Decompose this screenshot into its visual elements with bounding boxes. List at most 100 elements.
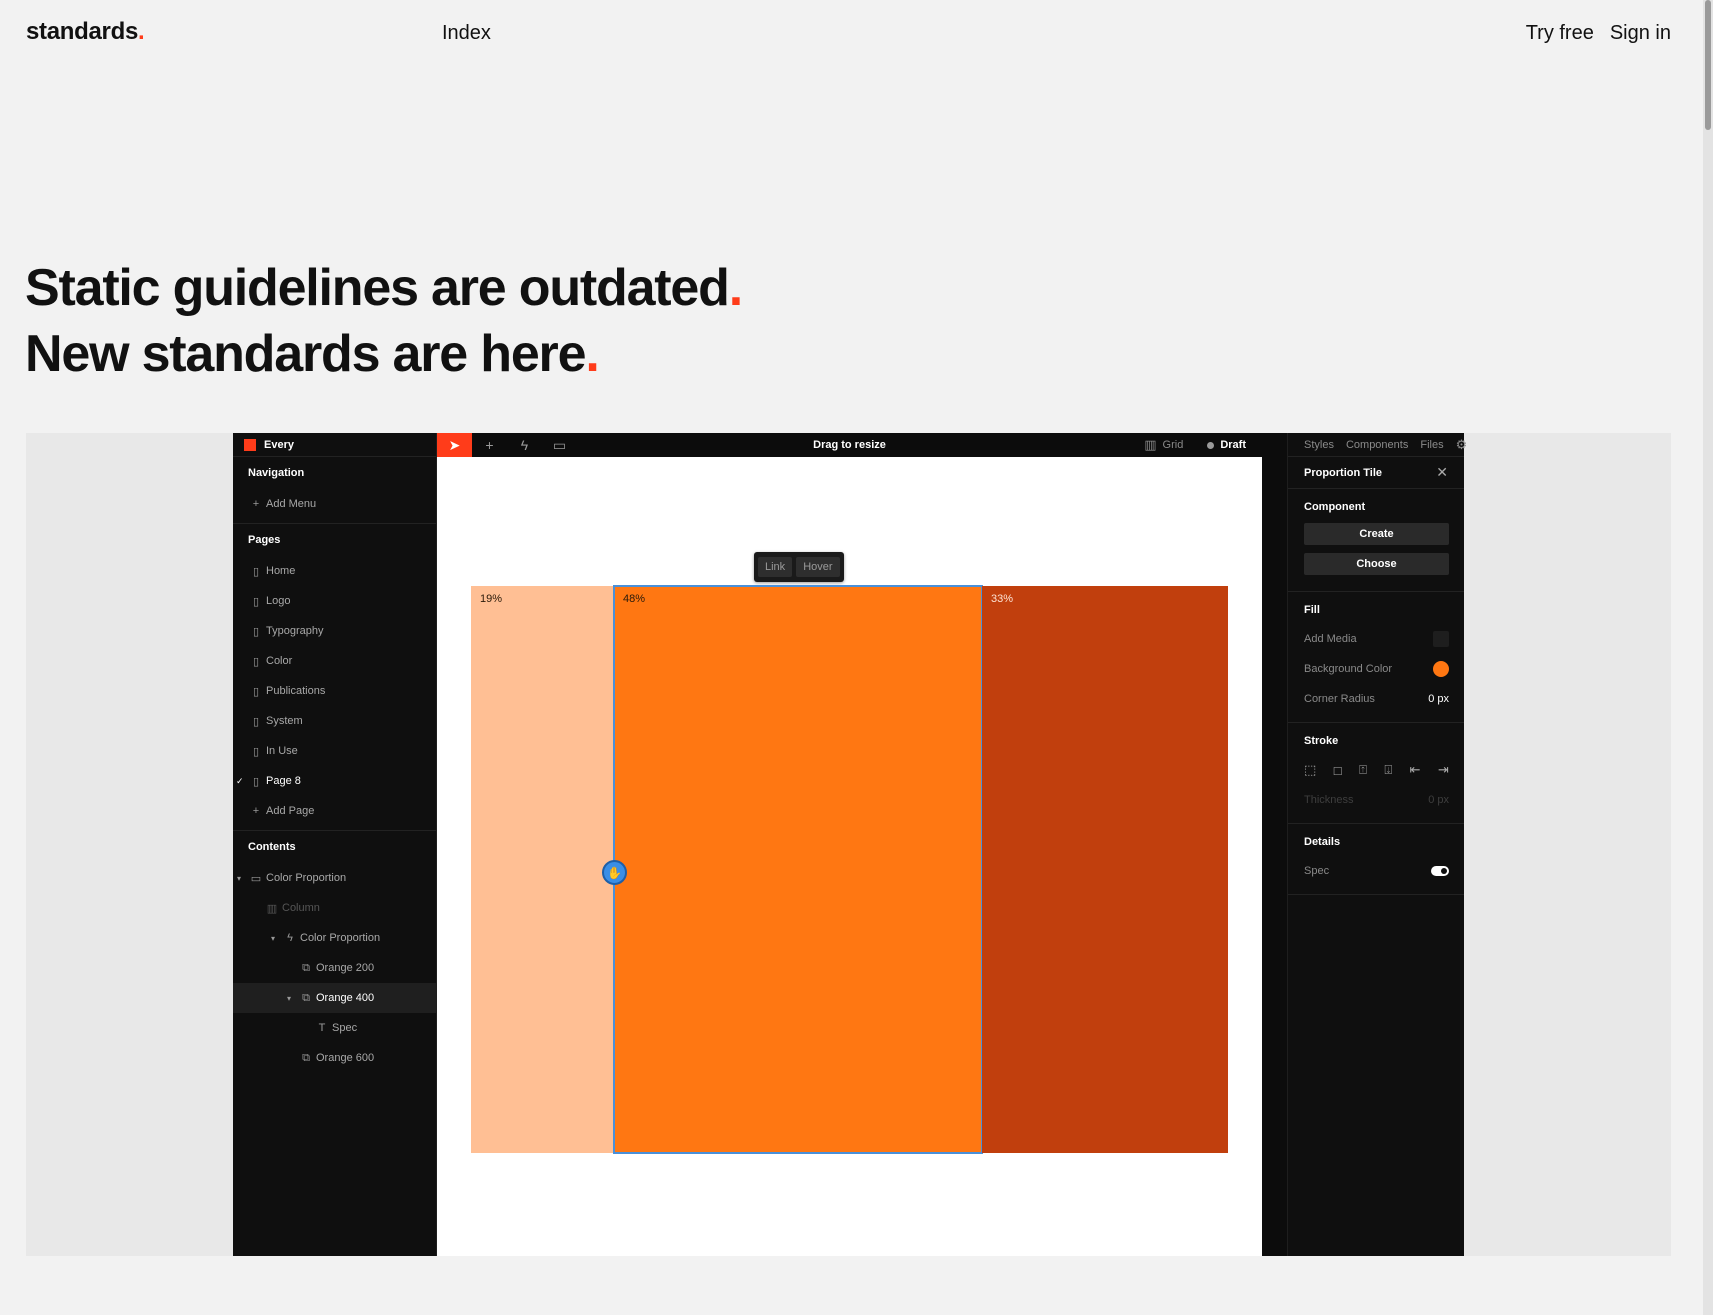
tree-item-orange-600[interactable]: ⧉ Orange 600 — [233, 1043, 436, 1073]
page-item-in-use[interactable]: ▯ In Use — [233, 736, 436, 766]
panel-header: Proportion Tile ✕ — [1288, 457, 1464, 489]
link-state-button[interactable]: Link — [758, 557, 793, 577]
page-item-color[interactable]: ▯ Color — [233, 646, 436, 676]
stroke-title: Stroke — [1304, 735, 1339, 747]
add-media-label: Add Media — [1304, 633, 1357, 645]
page-icon: ▯ — [252, 565, 260, 578]
page-item-logo[interactable]: ▯ Logo — [233, 586, 436, 616]
tree-item-color-proportion-component[interactable]: ▾ ϟ Color Proportion — [233, 923, 436, 953]
create-button[interactable]: Create — [1304, 523, 1449, 545]
book-icon: ▭ — [552, 436, 567, 453]
spec-toggle[interactable] — [1431, 866, 1449, 876]
plus-icon: + — [252, 498, 260, 510]
stroke-bottom-icon[interactable]: ⍗ — [1384, 762, 1392, 778]
spec-label: Spec — [1304, 865, 1330, 877]
stroke-section: Stroke ⬚ □ ⍐ ⍗ ⇤ ⇥ Thickness 0 px — [1288, 723, 1464, 824]
caret-down-icon[interactable]: ▾ — [271, 934, 281, 943]
tab-styles[interactable]: Styles — [1304, 439, 1334, 451]
tree-item-spec[interactable]: T Spec — [233, 1013, 436, 1043]
stroke-options: ⬚ □ ⍐ ⍗ ⇤ ⇥ — [1304, 755, 1449, 785]
lightning-icon: ϟ — [520, 437, 529, 453]
state-switcher: Link Hover — [754, 552, 844, 582]
toolbar-right: ▥ Grid Draft — [1144, 437, 1246, 453]
page-item-system[interactable]: ▯ System — [233, 706, 436, 736]
check-icon: ✓ — [236, 775, 244, 786]
background-color-label: Background Color — [1304, 663, 1393, 675]
grid-label: Grid — [1162, 439, 1184, 451]
plus-icon: + — [485, 437, 494, 453]
page-item-publications[interactable]: ▯ Publications — [233, 676, 436, 706]
add-menu-label: Add Menu — [266, 498, 317, 510]
page-label: In Use — [266, 745, 298, 757]
page-icon: ▯ — [252, 595, 260, 608]
thickness-value: 0 px — [1428, 794, 1449, 806]
background-color-swatch[interactable] — [1433, 661, 1449, 677]
add-page-button[interactable]: + Add Page — [233, 796, 436, 826]
spec-row[interactable]: Spec — [1304, 856, 1449, 886]
interaction-tool-button[interactable]: ϟ — [507, 433, 542, 457]
tree-label: Orange 200 — [316, 962, 375, 974]
corner-radius-label: Corner Radius — [1304, 693, 1375, 705]
tab-files[interactable]: Files — [1420, 439, 1443, 451]
close-icon[interactable]: ✕ — [1436, 464, 1448, 481]
page-icon: ▯ — [252, 775, 260, 788]
tile-percent: 33% — [991, 593, 1014, 605]
project-bar[interactable]: Every — [233, 433, 436, 457]
page-scrollbar-thumb[interactable] — [1705, 0, 1711, 130]
hover-state-button[interactable]: Hover — [796, 557, 840, 577]
page-item-typography[interactable]: ▯ Typography — [233, 616, 436, 646]
tab-components[interactable]: Components — [1346, 439, 1408, 451]
nav-index-link[interactable]: Index — [442, 22, 491, 45]
tree-label: Column — [282, 902, 320, 914]
tile-orange-400[interactable]: 48% — [613, 585, 983, 1154]
page-label: System — [266, 715, 303, 727]
stroke-all-icon[interactable]: □ — [1334, 763, 1342, 778]
details-title: Details — [1304, 836, 1341, 848]
project-color-swatch — [244, 438, 256, 451]
component-icon: ϟ — [287, 932, 293, 944]
background-color-row[interactable]: Background Color — [1304, 654, 1449, 684]
media-swatch[interactable] — [1433, 631, 1449, 647]
page-item-page-8[interactable]: ✓ ▯ Page 8 — [233, 766, 436, 796]
fill-title: Fill — [1304, 604, 1320, 616]
tree-item-color-proportion[interactable]: ▾ ▭ Color Proportion — [233, 863, 436, 893]
corner-radius-value[interactable]: 0 px — [1428, 693, 1449, 705]
add-media-row[interactable]: Add Media — [1304, 624, 1449, 654]
page-item-home[interactable]: ▯ Home — [233, 556, 436, 586]
design-canvas[interactable]: Link Hover 19% 48% 33% ✋ — [437, 457, 1262, 1256]
site-logo[interactable]: standards. — [26, 18, 145, 46]
try-free-link[interactable]: Try free — [1526, 22, 1594, 45]
page-scrollbar[interactable] — [1703, 0, 1713, 1315]
tree-item-orange-400[interactable]: ▾ ⧉ Orange 400 — [233, 983, 436, 1013]
tree-label: Color Proportion — [300, 932, 381, 944]
sign-in-link[interactable]: Sign in — [1610, 22, 1671, 45]
pages-tool-button[interactable]: ▭ — [542, 433, 577, 457]
tree-item-orange-200[interactable]: ⧉ Orange 200 — [233, 953, 436, 983]
tile-orange-200[interactable]: 19% — [471, 586, 614, 1153]
add-tool-button[interactable]: + — [472, 433, 507, 457]
stroke-top-icon[interactable]: ⍐ — [1359, 762, 1367, 778]
editor-app: Every Navigation + Add Menu Pages ▯ Home ▯… — [233, 433, 1467, 1256]
caret-down-icon[interactable]: ▾ — [287, 994, 297, 1003]
page-label: Home — [266, 565, 296, 577]
add-menu-button[interactable]: + Add Menu — [233, 489, 436, 519]
instance-icon: ⧉ — [302, 991, 310, 1004]
select-tool-button[interactable]: ➤ — [437, 433, 472, 457]
grid-toggle[interactable]: ▥ Grid — [1144, 437, 1183, 453]
gear-icon[interactable]: ⚙ — [1456, 437, 1468, 453]
tile-orange-600[interactable]: 33% — [982, 586, 1228, 1153]
plus-icon: + — [252, 805, 260, 817]
stroke-right-icon[interactable]: ⇥ — [1438, 762, 1449, 778]
choose-button[interactable]: Choose — [1304, 553, 1449, 575]
tree-item-column[interactable]: ▥ Column — [233, 893, 436, 923]
corner-radius-row[interactable]: Corner Radius 0 px — [1304, 684, 1449, 714]
draft-status[interactable]: Draft — [1207, 439, 1246, 451]
tile-percent: 48% — [623, 593, 646, 605]
caret-down-icon[interactable]: ▾ — [237, 874, 247, 883]
tree-label: Orange 600 — [316, 1052, 375, 1064]
stroke-none-icon[interactable]: ⬚ — [1304, 762, 1316, 778]
project-name: Every — [264, 438, 294, 451]
fill-section: Fill Add Media Background Color Corner R… — [1288, 592, 1464, 723]
resize-handle[interactable]: ✋ — [602, 860, 627, 885]
stroke-left-icon[interactable]: ⇤ — [1410, 762, 1421, 778]
